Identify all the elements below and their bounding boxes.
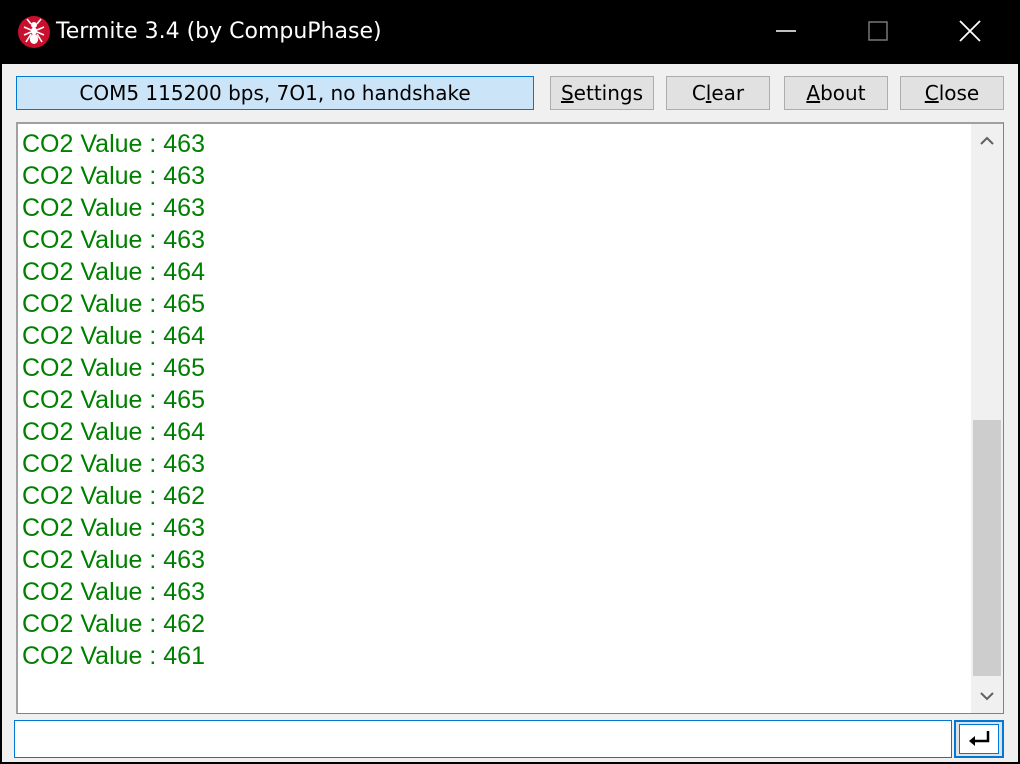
about-label-rest: bout xyxy=(820,81,866,105)
terminal-lines: CO2 Value : 463 CO2 Value : 463 CO2 Value … xyxy=(22,128,962,672)
termite-window: Termite 3.4 (by CompuPhase) COM5 115200 … xyxy=(0,0,1020,764)
close-button[interactable]: Close xyxy=(900,76,1004,110)
terminal-line: CO2 Value : 465 xyxy=(22,386,205,414)
clear-button[interactable]: Cl ear xyxy=(666,76,770,110)
terminal-line: CO2 Value : 463 xyxy=(22,514,205,542)
terminal-line: CO2 Value : 465 xyxy=(22,354,205,382)
chevron-up-icon xyxy=(980,136,994,145)
terminal-line: CO2 Value : 465 xyxy=(22,290,205,318)
terminal-line: CO2 Value : 463 xyxy=(22,226,205,254)
settings-accel-key: S xyxy=(560,81,574,105)
maximize-icon xyxy=(868,21,888,41)
terminal-line: CO2 Value : 464 xyxy=(22,258,205,286)
send-input[interactable] xyxy=(14,720,952,758)
about-accel-key: A xyxy=(806,81,821,105)
client-area: COM5 115200 bps, 7O1, no handshake Setti… xyxy=(2,64,1018,762)
terminal-line: CO2 Value : 463 xyxy=(22,130,205,158)
terminal-line: CO2 Value : 463 xyxy=(22,450,205,478)
clear-label-prefix: C xyxy=(691,81,706,105)
terminal-output[interactable]: CO2 Value : 463 CO2 Value : 463 CO2 Value … xyxy=(16,122,1004,714)
minimize-button[interactable] xyxy=(740,0,832,62)
close-window-button[interactable] xyxy=(924,0,1016,62)
chevron-down-icon xyxy=(980,692,994,701)
close-label-rest: lose xyxy=(938,81,980,105)
settings-button[interactable]: Settings xyxy=(550,76,654,110)
vertical-scrollbar[interactable] xyxy=(971,124,1003,713)
terminal-line: CO2 Value : 462 xyxy=(22,482,205,510)
window-title: Termite 3.4 (by CompuPhase) xyxy=(56,19,382,44)
send-button[interactable] xyxy=(954,720,1004,758)
port-status-field[interactable]: COM5 115200 bps, 7O1, no handshake xyxy=(16,76,534,110)
terminal-line: CO2 Value : 463 xyxy=(22,162,205,190)
close-icon xyxy=(959,20,981,42)
scroll-down-button[interactable] xyxy=(971,679,1003,713)
terminal-line: CO2 Value : 463 xyxy=(22,194,205,222)
terminal-line: CO2 Value : 463 xyxy=(22,578,205,606)
enter-icon xyxy=(969,731,990,746)
scroll-up-button[interactable] xyxy=(971,124,1003,158)
maximize-button[interactable] xyxy=(832,0,924,62)
settings-label-rest: ettings xyxy=(573,81,644,105)
terminal-line: CO2 Value : 464 xyxy=(22,418,205,446)
terminal-line: CO2 Value : 463 xyxy=(22,546,205,574)
minimize-icon xyxy=(776,30,796,32)
scroll-thumb[interactable] xyxy=(973,420,1001,676)
terminal-line: CO2 Value : 464 xyxy=(22,322,205,350)
title-bar[interactable]: Termite 3.4 (by CompuPhase) xyxy=(0,0,1020,64)
about-button[interactable]: About xyxy=(784,76,888,110)
send-button-face xyxy=(959,724,999,754)
close-accel-key: C xyxy=(924,81,939,105)
terminal-line: CO2 Value : 461 xyxy=(22,642,205,670)
terminal-line: CO2 Value : 462 xyxy=(22,610,205,638)
ant-icon[interactable] xyxy=(18,16,50,48)
clear-label-rest: ear xyxy=(711,81,745,105)
